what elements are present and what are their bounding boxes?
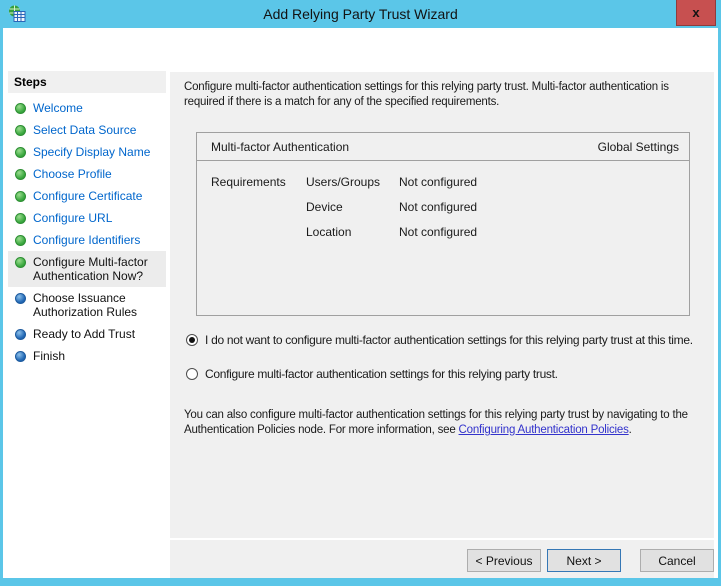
wizard-window: Add Relying Party Trust Wizard x Steps W… (0, 0, 721, 586)
radio-configure-mfa-label[interactable]: Configure multi-factor authentication se… (205, 368, 558, 381)
page-content: Configure multi-factor authentication se… (170, 72, 714, 538)
steps-list: Welcome Select Data Source Specify Displ… (8, 97, 166, 367)
mfa-settings-table: Multi-factor Authentication Global Setti… (196, 132, 690, 316)
page-intro-text: Configure multi-factor authentication se… (184, 81, 669, 108)
close-button[interactable]: x (676, 0, 716, 26)
step-done-icon (15, 213, 26, 224)
step-configure-mfa-now[interactable]: Configure Multi-factor Authentication No… (8, 251, 166, 287)
table-row: Location Not configured (306, 225, 477, 250)
requirement-value: Not configured (399, 175, 478, 189)
window-title: Add Relying Party Trust Wizard (263, 6, 458, 22)
step-choose-profile[interactable]: Choose Profile (8, 163, 166, 185)
step-ready-to-add-trust[interactable]: Ready to Add Trust (8, 323, 166, 345)
footnote-after: . (628, 424, 632, 436)
step-configure-identifiers[interactable]: Configure Identifiers (8, 229, 166, 251)
step-upcoming-icon (15, 329, 26, 340)
radio-configure-mfa[interactable]: Configure multi-factor authentication se… (186, 368, 558, 381)
table-row: Users/Groups Not configured (306, 175, 477, 200)
requirement-name: Location (306, 225, 352, 239)
mfa-table-header: Multi-factor Authentication Global Setti… (197, 133, 689, 161)
radio-unselected-icon[interactable] (186, 368, 198, 380)
window-border-left (0, 28, 3, 586)
step-specify-display-name[interactable]: Specify Display Name (8, 141, 166, 163)
radio-selected-icon[interactable] (186, 334, 198, 346)
footnote-text: You can also configure multi-factor auth… (184, 408, 704, 438)
requirements-label: Requirements (211, 175, 286, 189)
next-button[interactable]: Next > (547, 549, 621, 572)
button-bar: < Previous Next > Cancel (170, 540, 714, 578)
step-select-data-source[interactable]: Select Data Source (8, 119, 166, 141)
global-settings-label: Global Settings (597, 139, 679, 154)
titlebar: Add Relying Party Trust Wizard x (0, 0, 721, 28)
mfa-table-title: Multi-factor Authentication (211, 139, 350, 154)
steps-header: Steps (8, 71, 166, 93)
step-welcome[interactable]: Welcome (8, 97, 166, 119)
requirement-value: Not configured (399, 225, 478, 239)
step-upcoming-icon (15, 351, 26, 362)
requirements-rows: Users/Groups Not configured Device Not c… (306, 175, 477, 250)
step-choose-issuance-authorization-rules[interactable]: Choose Issuance Authorization Rules (8, 287, 166, 323)
configuring-authentication-policies-link[interactable]: Configuring Authentication Policies (459, 424, 629, 436)
radio-skip-mfa-label[interactable]: I do not want to configure multi-factor … (205, 334, 693, 347)
requirement-name: Users/Groups (306, 175, 381, 189)
radio-skip-mfa[interactable]: I do not want to configure multi-factor … (186, 334, 693, 347)
step-done-icon (15, 191, 26, 202)
requirement-name: Device (306, 200, 343, 214)
cancel-button[interactable]: Cancel (640, 549, 714, 572)
step-configure-certificate[interactable]: Configure Certificate (8, 185, 166, 207)
step-current-icon (15, 257, 26, 268)
step-upcoming-icon (15, 293, 26, 304)
step-done-icon (15, 147, 26, 158)
step-done-icon (15, 235, 26, 246)
mfa-table-body: Requirements Users/Groups Not configured… (197, 161, 689, 315)
step-configure-url[interactable]: Configure URL (8, 207, 166, 229)
step-done-icon (15, 103, 26, 114)
step-finish[interactable]: Finish (8, 345, 166, 367)
step-done-icon (15, 125, 26, 136)
wizard-page: Configure multi-factor authentication se… (170, 72, 714, 578)
requirement-value: Not configured (399, 200, 478, 214)
step-done-icon (15, 169, 26, 180)
steps-sidebar: Steps Welcome Select Data Source Specify… (8, 71, 166, 367)
table-row: Device Not configured (306, 200, 477, 225)
previous-button[interactable]: < Previous (467, 549, 541, 572)
window-border-bottom (0, 578, 721, 586)
